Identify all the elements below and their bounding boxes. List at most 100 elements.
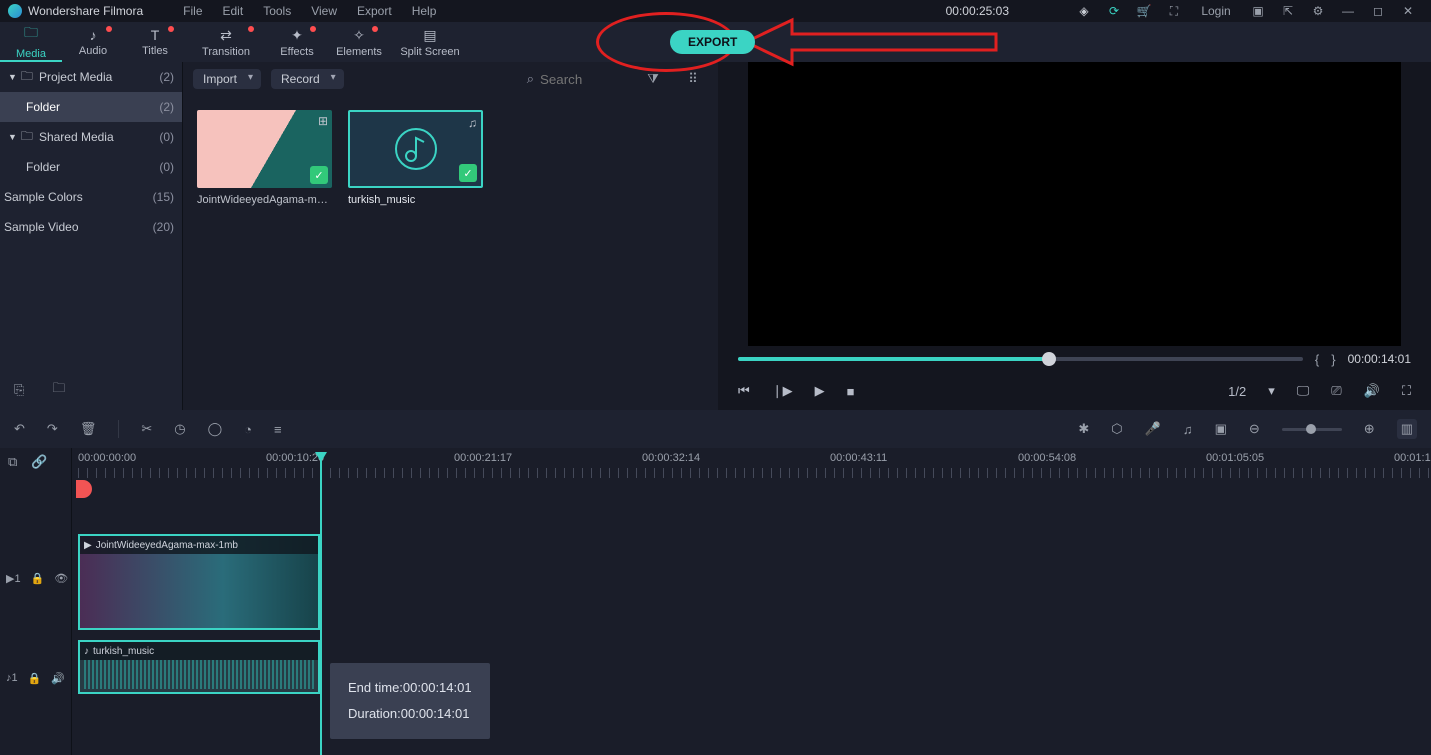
video-clip[interactable]: ▶JointWideeyedAgama-max-1mb	[78, 534, 320, 630]
menu-help[interactable]: Help	[412, 4, 437, 18]
audio-track-toggle-icon[interactable]: ♪1	[6, 672, 18, 684]
tab-media[interactable]: 🗀Media	[0, 22, 62, 62]
tab-label: Titles	[142, 45, 168, 57]
delete-icon[interactable]: 🗑	[80, 421, 97, 437]
mark-out-icon[interactable]: }	[1331, 352, 1335, 367]
chain-icon[interactable]: 🔗	[31, 454, 47, 470]
snapshot-icon[interactable]: ⎚	[1331, 383, 1341, 399]
keyframe-icon[interactable]: ▣	[1215, 421, 1227, 437]
tab-effects[interactable]: ✦Effects	[266, 22, 328, 62]
compass-icon[interactable]: ◈	[1073, 0, 1095, 22]
menu-tools[interactable]: Tools	[263, 4, 291, 18]
mixer-icon[interactable]: ♫	[1183, 422, 1193, 437]
audio-thumb-icon: ♫✓	[348, 110, 483, 188]
audio-clip[interactable]: ♪turkish_music	[78, 640, 320, 694]
sidebar-item-project-media[interactable]: ▼🗀Project Media(2)	[0, 62, 182, 92]
sidebar-item-folder[interactable]: Folder(0)	[0, 152, 182, 182]
tab-titles[interactable]: TTitles	[124, 22, 186, 62]
record-dropdown[interactable]: Record	[271, 69, 344, 89]
speed-icon[interactable]: ◷	[174, 421, 185, 437]
tab-audio[interactable]: ♪Audio	[62, 22, 124, 62]
timeline-toolbar: ↶ ↷ 🗑 ✂ ◷ ◯ ◔ ≡ ✱ ⬡ 🎤 ♫ ▣ ⊖ ⊕ ▥	[0, 410, 1431, 448]
tab-transition[interactable]: ⇄Transition	[186, 22, 266, 62]
save-icon[interactable]: ▣	[1247, 0, 1269, 22]
transition-icon: ⇄	[220, 27, 232, 44]
voiceover-icon[interactable]: 🎤	[1145, 421, 1161, 437]
search-input[interactable]	[540, 72, 620, 87]
filter-icon[interactable]: ⧩	[638, 64, 668, 94]
crop-icon[interactable]: ◯	[208, 421, 223, 437]
check-icon: ✓	[310, 166, 328, 184]
play-icon[interactable]: ▶	[815, 383, 825, 399]
media-thumb[interactable]: ♫✓turkish_music	[348, 110, 483, 206]
step-back-icon[interactable]: ❘▶	[772, 383, 793, 399]
stop-icon[interactable]: ■	[847, 384, 855, 399]
refresh-icon[interactable]: ⟳	[1103, 0, 1125, 22]
sidebar-item-label: Folder	[26, 160, 60, 174]
preview-canvas[interactable]	[748, 62, 1401, 346]
grid-view-icon[interactable]: ⠿	[678, 64, 708, 94]
marker-icon[interactable]: ⬡	[1111, 421, 1122, 437]
zoom-ratio-dropdown[interactable]: 1/2	[1228, 384, 1246, 399]
scrub-slider[interactable]	[738, 357, 1303, 361]
lock-icon[interactable]: 🔒	[28, 672, 42, 685]
folder-icon[interactable]: 🗀	[52, 379, 65, 401]
timeline-ruler[interactable]: 00:00:00:0000:00:10:2000:00:21:1700:00:3…	[78, 452, 1431, 478]
new-folder-icon[interactable]: ⎘	[14, 382, 24, 398]
minimize-icon[interactable]: —	[1337, 0, 1359, 22]
volume-icon[interactable]: 🔊	[1364, 383, 1380, 399]
cart-icon[interactable]: 🛒	[1133, 0, 1155, 22]
chevron-down-icon: ▼	[8, 132, 17, 142]
tab-elements[interactable]: ✧Elements	[328, 22, 390, 62]
audio-track[interactable]: ♪turkish_music	[78, 640, 1431, 694]
sidebar-item-label: Project Media	[39, 70, 112, 84]
menu-file[interactable]: File	[183, 4, 202, 18]
adjust-icon[interactable]: ≡	[274, 422, 282, 437]
timeline-start-marker[interactable]	[76, 480, 92, 498]
speaker-icon[interactable]: 🔊	[51, 672, 65, 685]
video-track[interactable]: ▶JointWideeyedAgama-max-1mb	[78, 534, 1431, 630]
prev-frame-icon[interactable]: ⏮	[738, 383, 750, 399]
zoom-slider[interactable]	[1282, 428, 1342, 431]
render-icon[interactable]: ✱	[1078, 421, 1089, 437]
import-dropdown[interactable]: Import	[193, 69, 261, 89]
redo-icon[interactable]: ↷	[47, 421, 58, 437]
lock-icon[interactable]: 🔒	[31, 572, 45, 585]
login-button[interactable]: Login	[1193, 0, 1239, 22]
undo-icon[interactable]: ↶	[14, 421, 25, 437]
notification-dot-icon	[168, 26, 174, 32]
sidebar-item-sample-colors[interactable]: Sample Colors(15)	[0, 182, 182, 212]
open-icon[interactable]: ⇱	[1277, 0, 1299, 22]
zoom-out-icon[interactable]: ⊖	[1249, 421, 1260, 437]
tooltip-endtime: End time:00:00:14:01	[348, 675, 472, 701]
menu-view[interactable]: View	[311, 4, 337, 18]
chevron-down-icon[interactable]: ▾	[1268, 383, 1275, 399]
cut-icon[interactable]: ✂	[141, 421, 152, 437]
menu-edit[interactable]: Edit	[223, 4, 244, 18]
media-thumb[interactable]: ⊞✓JointWideeyedAgama-ma...	[197, 110, 332, 206]
media-type-icon: ⊞	[318, 114, 328, 128]
menu-export[interactable]: Export	[357, 4, 392, 18]
sidebar-item-sample-video[interactable]: Sample Video(20)	[0, 212, 182, 242]
close-icon[interactable]: ✕	[1397, 0, 1419, 22]
gift-icon[interactable]: ⛶	[1163, 0, 1185, 22]
video-track-toggle-icon[interactable]: ▶1	[6, 572, 21, 585]
settings-icon[interactable]: ⚙	[1307, 0, 1329, 22]
clip-tooltip: End time:00:00:14:01 Duration:00:00:14:0…	[330, 663, 490, 739]
export-button[interactable]: EXPORT	[670, 30, 755, 54]
tab-splitscreen[interactable]: ▤Split Screen	[390, 22, 470, 62]
sidebar-item-shared-media[interactable]: ▼🗀Shared Media(0)	[0, 122, 182, 152]
timeline[interactable]: ⧉ 🔗 ▶1 🔒 👁 ♪1 🔒 🔊 00:00:00:0000:00:10:20…	[0, 448, 1431, 755]
eye-icon[interactable]: 👁	[54, 572, 68, 585]
fullscreen-icon[interactable]: ⛶	[1402, 383, 1411, 399]
sidebar-item-folder[interactable]: Folder(2)	[0, 92, 182, 122]
search-box[interactable]: ⌕	[519, 69, 628, 89]
maximize-icon[interactable]: ◻	[1367, 0, 1389, 22]
link-icon[interactable]: ⧉	[8, 454, 17, 470]
media-icon: 🗀	[24, 22, 38, 46]
zoom-fit-icon[interactable]: ▥	[1397, 419, 1417, 439]
mark-in-icon[interactable]: {	[1315, 352, 1319, 367]
zoom-in-icon[interactable]: ⊕	[1364, 421, 1375, 437]
clock-icon[interactable]: ◔	[244, 422, 252, 437]
display-icon[interactable]: 🖵	[1297, 383, 1310, 399]
